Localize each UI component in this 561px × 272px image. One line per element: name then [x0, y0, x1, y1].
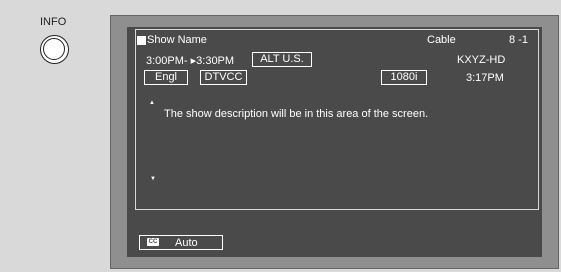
current-time: 3:17PM: [466, 72, 504, 84]
rating-box: ALT U.S.: [252, 52, 312, 67]
audio-language-box: Engl: [144, 70, 188, 85]
info-label: INFO: [40, 16, 67, 28]
source-label: Cable: [427, 34, 456, 46]
channel-number: 8 -1: [509, 34, 528, 46]
show-name-marker: [137, 36, 146, 45]
info-button[interactable]: [40, 35, 69, 64]
station-name: KXYZ-HD: [457, 54, 506, 66]
scroll-up-icon[interactable]: ▲: [149, 100, 155, 106]
resolution-box: 1080i: [381, 70, 427, 85]
closed-caption-icon: CC: [147, 238, 159, 246]
caption-service-box: DTVCC: [200, 70, 247, 85]
show-description: The show description will be in this are…: [164, 108, 429, 120]
cc-mode-value: Auto: [175, 237, 198, 249]
scroll-down-icon[interactable]: ▼: [150, 176, 156, 182]
show-name: Show Name: [147, 34, 207, 46]
time-range: 3:00PM- ▸3:30PM: [146, 55, 235, 67]
